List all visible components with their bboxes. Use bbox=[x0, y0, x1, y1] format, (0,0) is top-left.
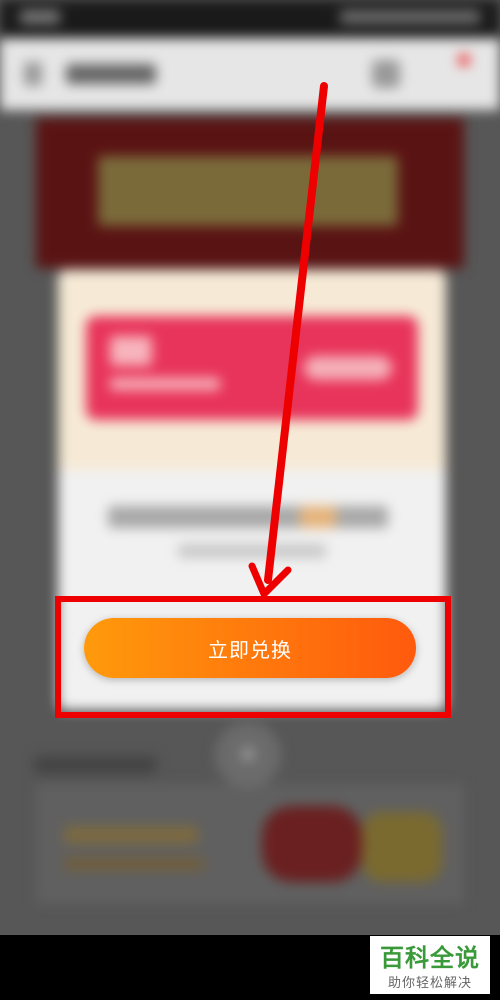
watermark-subtitle: 助你轻松解决 bbox=[387, 976, 472, 991]
annotation-arrow bbox=[248, 82, 328, 598]
watermark-logo: 百科全说 助你轻松解决 bbox=[370, 936, 490, 994]
watermark-title: 百科全说 bbox=[380, 944, 480, 972]
